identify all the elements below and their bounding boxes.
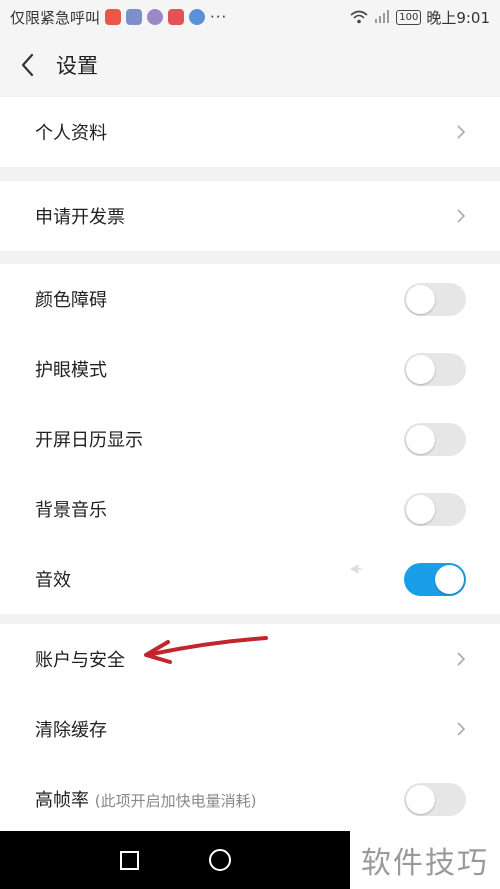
setting-label-group: 高帧率 (此项开启加快电量消耗) [35,786,404,812]
setting-row-profile[interactable]: 个人资料 [0,97,500,167]
wifi-icon [350,10,368,24]
setting-label: 高帧率 [35,790,89,811]
settings-group-display: 颜色障碍 护眼模式 开屏日历显示 背景音乐 音效 [0,264,500,614]
more-notifications: ··· [210,8,228,26]
app-notification-icon [126,9,143,25]
high-frame-rate-toggle[interactable] [404,782,466,816]
watermark: 软件技巧 [350,831,500,889]
home-circle-icon[interactable] [208,849,231,871]
app-notification-icon [168,9,185,25]
chevron-right-icon [457,125,466,139]
setting-label: 清除缓存 [35,720,107,741]
toggle-knob [406,354,435,384]
status-bar: 仅限紧急呼叫 ··· 100 晚上9:01 [0,0,500,34]
setting-row-background-music: 背景音乐 [0,474,500,544]
chevron-right-icon [457,652,466,666]
clock: 晚上9:01 [426,8,490,27]
setting-row-splash-calendar: 开屏日历显示 [0,404,500,474]
setting-label: 申请开发票 [35,207,125,228]
toggle-knob [406,494,435,524]
app-notification-icon [189,9,206,25]
chevron-right-icon [457,209,466,223]
setting-label: 开屏日历显示 [35,430,143,451]
recent-apps-square-icon[interactable] [119,850,139,870]
setting-label: 护眼模式 [35,360,107,381]
touch-cursor-icon [350,564,364,574]
setting-sublabel: (此项开启加快电量消耗) [94,792,257,810]
red-arrow-annotation [144,636,268,664]
setting-label: 个人资料 [35,123,107,144]
app-notification-icon [105,9,122,25]
system-nav-bar [0,831,350,889]
battery-indicator: 100 [396,9,422,25]
eye-care-toggle[interactable] [404,352,466,386]
setting-row-invoice[interactable]: 申请开发票 [0,181,500,251]
signal-icon [375,10,390,23]
setting-row-clear-cache[interactable]: 清除缓存 [0,694,500,764]
settings-group-invoice: 申请开发票 [0,181,500,251]
toggle-knob [406,784,435,814]
background-music-toggle[interactable] [404,492,466,526]
chevron-right-icon [457,722,466,736]
toggle-knob [406,284,435,314]
settings-group-profile: 个人资料 [0,97,500,167]
app-notification-icon [147,9,164,25]
carrier-text: 仅限紧急呼叫 [10,8,101,27]
app-header: 设置 [0,34,500,96]
setting-row-eye-care: 护眼模式 [0,334,500,404]
setting-row-high-frame-rate: 高帧率 (此项开启加快电量消耗) [0,764,500,834]
chevron-left-icon[interactable] [18,51,38,79]
setting-row-color-blind: 颜色障碍 [0,264,500,334]
splash-calendar-toggle[interactable] [404,422,466,456]
color-blind-toggle[interactable] [404,282,466,316]
setting-label: 颜色障碍 [35,290,107,311]
toggle-knob [435,564,464,594]
toggle-knob [406,424,435,454]
sound-effects-toggle[interactable] [404,562,466,596]
page-title: 设置 [56,54,98,78]
setting-label: 背景音乐 [35,500,107,521]
setting-row-sound-effects: 音效 [0,544,500,614]
